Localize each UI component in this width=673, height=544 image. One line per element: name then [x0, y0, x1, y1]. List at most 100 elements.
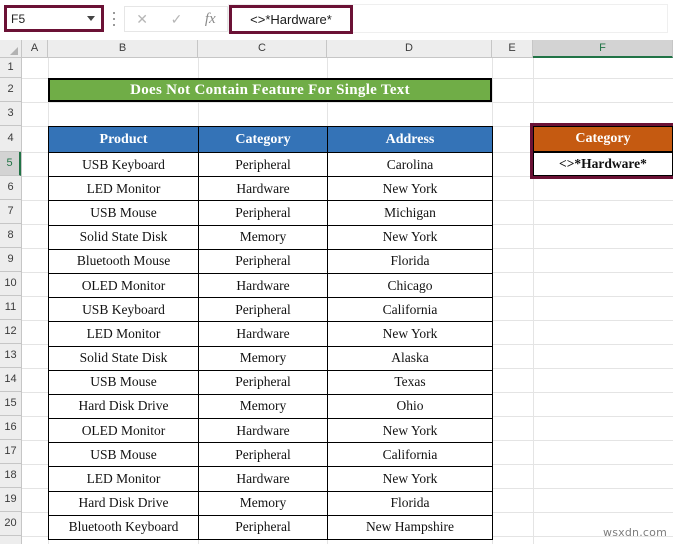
cell-address[interactable]: Ohio	[327, 393, 493, 420]
cell-address[interactable]: New York	[327, 321, 493, 347]
cell-address[interactable]: New York	[327, 418, 493, 444]
row-header-18[interactable]: 18	[0, 464, 21, 488]
table-row[interactable]: USB Keyboard Peripheral Carolina	[48, 151, 493, 178]
row-header-8[interactable]: 8	[0, 224, 21, 248]
cell-product[interactable]: LED Monitor	[48, 176, 199, 202]
cell-category[interactable]: Peripheral	[198, 200, 328, 226]
cell-address[interactable]: Chicago	[327, 272, 493, 299]
confirm-icon[interactable]: ✓	[171, 12, 183, 26]
row-header-1[interactable]: 1	[0, 58, 21, 78]
cell-address[interactable]: New York	[327, 466, 493, 492]
name-box[interactable]: F5	[4, 5, 104, 32]
cell-product[interactable]: Solid State Disk	[48, 224, 199, 250]
row-header-3[interactable]: 3	[0, 102, 21, 126]
column-header-f[interactable]: F	[533, 40, 673, 58]
row-header-9[interactable]: 9	[0, 248, 21, 272]
table-row[interactable]: OLED Monitor Hardware Chicago	[48, 272, 493, 299]
cell-category[interactable]: Peripheral	[198, 514, 328, 541]
row-header-4[interactable]: 4	[0, 126, 21, 152]
column-header-a[interactable]: A	[22, 40, 48, 57]
table-row[interactable]: Bluetooth Mouse Peripheral Florida	[48, 248, 493, 274]
cell-category[interactable]: Peripheral	[198, 248, 328, 274]
cell-product[interactable]: OLED Monitor	[48, 272, 199, 299]
table-row[interactable]: Solid State Disk Memory New York	[48, 224, 493, 250]
formula-input[interactable]: <>*Hardware*	[228, 4, 668, 34]
cell-address[interactable]: Florida	[327, 248, 493, 274]
data-table[interactable]: Product Category Address USB Keyboard Per…	[48, 126, 493, 541]
title-banner[interactable]: Does Not Contain Feature For Single Text	[48, 78, 492, 102]
row-header-14[interactable]: 14	[0, 368, 21, 392]
row-header-6[interactable]: 6	[0, 176, 21, 200]
cell-product[interactable]: Hard Disk Drive	[48, 393, 199, 420]
cell-category[interactable]: Peripheral	[198, 442, 328, 468]
cell-address[interactable]: Carolina	[327, 151, 493, 178]
column-header-address[interactable]: Address	[327, 126, 493, 153]
row-header-12[interactable]: 12	[0, 320, 21, 344]
cell-product[interactable]: USB Keyboard	[48, 297, 199, 323]
table-row[interactable]: LED Monitor Hardware New York	[48, 466, 493, 492]
row-header-10[interactable]: 10	[0, 272, 21, 296]
cell-address[interactable]: Michigan	[327, 200, 493, 226]
table-row[interactable]: LED Monitor Hardware New York	[48, 176, 493, 202]
column-header-e[interactable]: E	[492, 40, 533, 57]
select-all-button[interactable]	[0, 40, 22, 57]
cell-product[interactable]: USB Mouse	[48, 442, 199, 468]
table-row[interactable]: Hard Disk Drive Memory Florida	[48, 490, 493, 516]
cell-product[interactable]: USB Keyboard	[48, 151, 199, 178]
cell-category[interactable]: Peripheral	[198, 369, 328, 395]
table-row[interactable]: USB Mouse Peripheral California	[48, 442, 493, 468]
cell-product[interactable]: LED Monitor	[48, 321, 199, 347]
criteria-header-cell[interactable]: Category	[533, 126, 673, 152]
cell-product[interactable]: Solid State Disk	[48, 345, 199, 371]
cell-category[interactable]: Hardware	[198, 418, 328, 444]
cell-category[interactable]: Hardware	[198, 321, 328, 347]
row-header-16[interactable]: 16	[0, 416, 21, 440]
column-header-d[interactable]: D	[327, 40, 492, 57]
cell-product[interactable]: Hard Disk Drive	[48, 490, 199, 516]
table-row[interactable]: Solid State Disk Memory Alaska	[48, 345, 493, 371]
cell-address[interactable]: Florida	[327, 490, 493, 516]
cell-address[interactable]: Texas	[327, 369, 493, 395]
cell-product[interactable]: LED Monitor	[48, 466, 199, 492]
cell-category[interactable]: Memory	[198, 345, 328, 371]
cell-category[interactable]: Peripheral	[198, 151, 328, 178]
cell-category[interactable]: Peripheral	[198, 297, 328, 323]
table-row[interactable]: OLED Monitor Hardware New York	[48, 418, 493, 444]
row-header-15[interactable]: 15	[0, 392, 21, 416]
cell-address[interactable]: New York	[327, 224, 493, 250]
table-row[interactable]: Hard Disk Drive Memory Ohio	[48, 393, 493, 420]
cell-address[interactable]: Alaska	[327, 345, 493, 371]
table-row[interactable]: USB Keyboard Peripheral California	[48, 297, 493, 323]
cancel-icon[interactable]: ✕	[136, 12, 148, 26]
insert-function-icon[interactable]: fx	[205, 11, 216, 27]
cell-product[interactable]: USB Mouse	[48, 369, 199, 395]
cell-address[interactable]: New York	[327, 176, 493, 202]
formula-value-highlight[interactable]: <>*Hardware*	[229, 5, 353, 34]
column-header-b[interactable]: B	[48, 40, 198, 57]
table-row[interactable]: Bluetooth Keyboard Peripheral New Hampshir…	[48, 514, 493, 541]
cell-product[interactable]: USB Mouse	[48, 200, 199, 226]
column-header-category[interactable]: Category	[198, 126, 328, 153]
row-header-17[interactable]: 17	[0, 440, 21, 464]
row-header-7[interactable]: 7	[0, 200, 21, 224]
table-row[interactable]: USB Mouse Peripheral Michigan	[48, 200, 493, 226]
spreadsheet-grid[interactable]: Does Not Contain Feature For Single Text…	[22, 58, 673, 544]
row-header-2[interactable]: 2	[0, 78, 21, 102]
cell-address[interactable]: New Hampshire	[327, 514, 493, 541]
cell-category[interactable]: Memory	[198, 393, 328, 420]
row-header-13[interactable]: 13	[0, 344, 21, 368]
table-row[interactable]: LED Monitor Hardware New York	[48, 321, 493, 347]
cell-product[interactable]: Bluetooth Keyboard	[48, 514, 199, 541]
cell-address[interactable]: California	[327, 442, 493, 468]
cell-product[interactable]: OLED Monitor	[48, 418, 199, 444]
table-row[interactable]: USB Mouse Peripheral Texas	[48, 369, 493, 395]
chevron-down-icon[interactable]	[87, 16, 95, 21]
cell-category[interactable]: Hardware	[198, 466, 328, 492]
column-header-c[interactable]: C	[198, 40, 327, 57]
column-header-product[interactable]: Product	[48, 126, 199, 153]
cell-category[interactable]: Hardware	[198, 272, 328, 299]
cell-product[interactable]: Bluetooth Mouse	[48, 248, 199, 274]
row-header-20[interactable]: 20	[0, 512, 21, 536]
row-header-5[interactable]: 5	[0, 152, 21, 176]
row-header-19[interactable]: 19	[0, 488, 21, 512]
